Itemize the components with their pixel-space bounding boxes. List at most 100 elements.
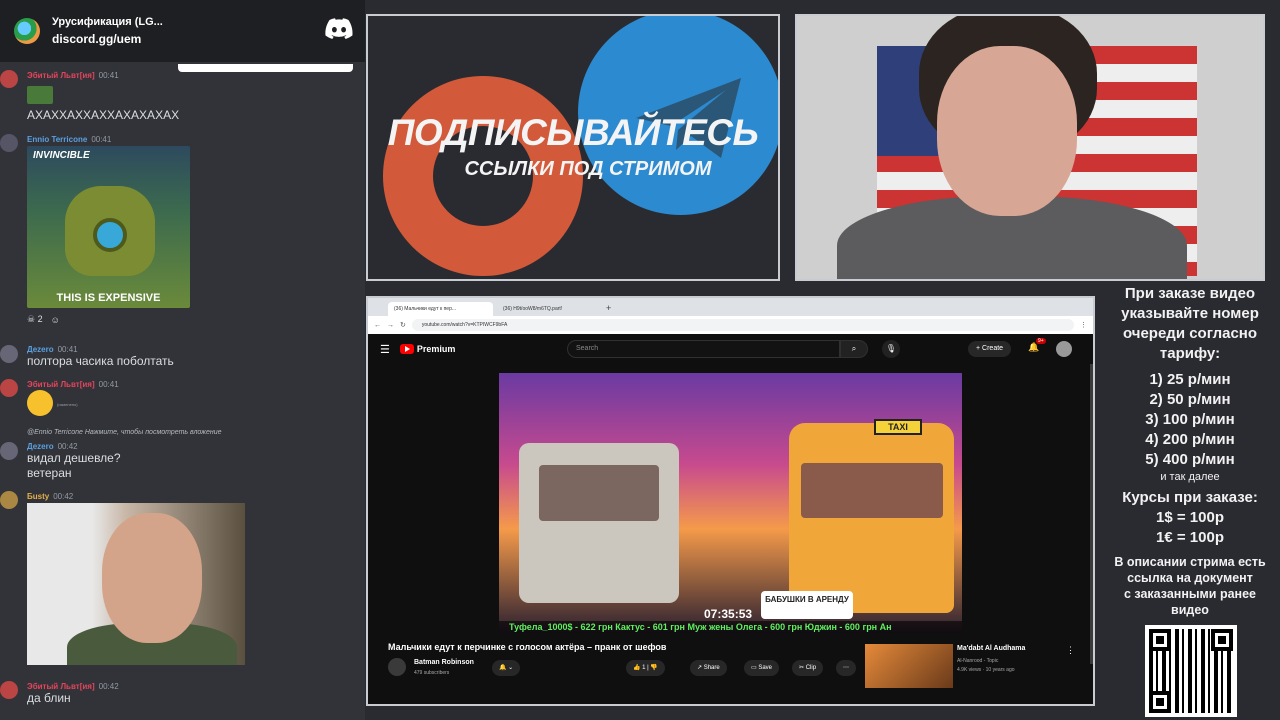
qr-code[interactable] <box>1145 625 1237 717</box>
menu-icon[interactable]: ☰ <box>380 343 390 356</box>
avatar[interactable] <box>0 70 18 88</box>
desc-line: В описании стрима есть <box>1114 555 1266 569</box>
avatar[interactable] <box>0 379 18 397</box>
related-video-title[interactable]: Ma'dabt Al Audhama <box>957 645 1025 652</box>
info-line: тарифу: <box>1159 345 1221 362</box>
related-video-channel: Al-Nanrood - Topic <box>957 658 999 664</box>
username[interactable]: Эбитый Львт[ия] <box>27 380 95 389</box>
server-icon <box>14 18 40 44</box>
meme-image-laughing[interactable] <box>27 503 245 665</box>
username[interactable]: Бusty <box>27 492 49 501</box>
reactions[interactable]: ☠ 2 ☺ <box>27 314 60 325</box>
grandma-label: БАБУШКИ В АРЕНДУ <box>761 591 853 619</box>
qr-finder <box>1211 629 1233 651</box>
save-label: Save <box>758 665 773 671</box>
avatar[interactable] <box>0 681 18 699</box>
video-title: Мальчики едут к перчинке с голосом актёр… <box>388 642 667 652</box>
url-input[interactable]: youtube.com/watch?v=KTPIWCF9bFA <box>411 319 1074 331</box>
message-text: видал дешевле? <box>27 451 121 465</box>
timestamp: 00:41 <box>98 380 119 389</box>
invite-link[interactable]: discord.gg/uem <box>52 32 163 46</box>
clip-button[interactable]: ✂ Clip <box>792 660 824 676</box>
search-input[interactable]: Search <box>567 340 840 358</box>
message-meta: Бusty 00:42 <box>27 492 73 501</box>
tariff-line: 1) 25 р/мин <box>1149 371 1231 388</box>
username[interactable]: Дezero <box>27 345 54 354</box>
username[interactable]: Эбитый Львт[ия] <box>27 71 95 80</box>
avatar[interactable] <box>0 442 18 460</box>
laughing-emoji-icon <box>27 390 53 416</box>
reply-reference[interactable]: @Ennio Terricone Нажмите, чтобы посмотре… <box>27 429 222 436</box>
save-button[interactable]: ▭ Save <box>744 660 780 676</box>
desc-line: с заказанными ранее <box>1123 587 1256 601</box>
desc-line: ссылка на документ <box>1127 571 1253 585</box>
related-video-thumbnail[interactable] <box>865 644 953 688</box>
channel-name[interactable]: Batman Robinson <box>414 659 474 666</box>
address-bar: ← → ↻ youtube.com/watch?v=KTPIWCF9bFA ⋮ <box>368 316 1093 334</box>
laughing-face <box>102 513 202 643</box>
info-line: При заказе видео <box>1124 285 1256 302</box>
channel-avatar[interactable] <box>388 658 406 676</box>
username[interactable]: Эбитый Львт[ия] <box>27 682 95 691</box>
image-caption: THIS IS EXPENSIVE <box>56 292 161 304</box>
youtube-brand: Premium <box>416 344 456 354</box>
video-player[interactable]: TAXI БАБУШКИ В АРЕНДУ 07:35:53 Туфела_10… <box>499 373 962 633</box>
timestamp: 00:41 <box>91 135 112 144</box>
search-icon[interactable]: ⌕ <box>840 340 868 358</box>
like-button[interactable]: 👍 1 | 👎 <box>626 660 665 676</box>
reaction-skull-icon[interactable]: ☠ 2 <box>27 314 43 325</box>
forward-icon[interactable]: → <box>387 322 394 329</box>
header-highlight <box>178 64 353 72</box>
server-name: Урусификация (LG... <box>52 16 163 28</box>
discord-icon <box>325 18 353 39</box>
timestamp: 00:42 <box>57 442 78 451</box>
subscribe-bell-button[interactable]: 🔔 ⌄ <box>492 660 521 676</box>
add-reaction-icon[interactable]: ☺ <box>51 315 60 325</box>
streamer-face <box>937 46 1077 216</box>
donation-ticker: Туфела_1000$ - 622 грн Кактус - 601 грн … <box>499 621 962 633</box>
clip-label: Clip <box>805 665 817 671</box>
avatar[interactable] <box>0 491 18 509</box>
message-text: ветеран <box>27 466 72 480</box>
tariff-line: 3) 100 р/мин <box>1145 411 1235 428</box>
reload-icon[interactable]: ↻ <box>400 321 406 329</box>
message-text: АХАХХАХХАХХАХАХАХАХ <box>27 108 180 122</box>
promo-title: ПОДПИСЫВАЙТЕСЬ <box>387 112 759 153</box>
username[interactable]: Дezero <box>27 442 54 451</box>
share-button[interactable]: ↗ Share <box>690 660 727 676</box>
server-header[interactable]: Урусификация (LG... discord.gg/uem <box>0 0 365 62</box>
youtube-logo[interactable]: Premium <box>399 344 456 354</box>
back-icon[interactable]: ← <box>374 322 381 329</box>
tab-active[interactable]: (36) Мальчики едут к пер... <box>388 302 493 316</box>
timestamp: 00:41 <box>57 345 78 354</box>
message-meta: Эбитый Львт[ия] 00:41 <box>27 380 119 389</box>
taxi-van-window <box>801 463 943 518</box>
discord-chat: Урусификация (LG... discord.gg/uem Эбиты… <box>0 0 365 720</box>
subscriber-count: 479 subscribers <box>414 670 450 676</box>
character-eye <box>93 218 127 252</box>
promo-subtitle: ССЫЛКИ ПОД СТРИМОМ <box>464 158 712 180</box>
related-video-views: 4.9K views · 10 years ago <box>957 667 1015 673</box>
meme-image-invincible[interactable]: INVINCIBLE THIS IS EXPENSIVE <box>27 146 190 308</box>
avatar[interactable] <box>0 345 18 363</box>
share-label: Share <box>703 665 720 671</box>
create-button[interactable]: + Create <box>968 341 1012 357</box>
extensions-icon[interactable]: ⋮ <box>1080 321 1087 329</box>
youtube-header: ☰ Premium Search ⌕ 🎙 + Create 🔔 9+ <box>368 334 1093 364</box>
mic-icon[interactable]: 🎙 <box>882 340 900 358</box>
related-more-icon[interactable]: ⋮ <box>1066 645 1075 656</box>
tab-inactive[interactable]: (36) H9t/ooW8/m6TQ.part! <box>497 302 602 316</box>
username[interactable]: Ennio Terricone <box>27 135 87 144</box>
new-tab-button[interactable]: + <box>606 303 611 316</box>
order-info: При заказе видео указывайте номер очеред… <box>1100 284 1280 618</box>
message-text: да блин <box>27 691 71 705</box>
info-line: указывайте номер <box>1121 305 1259 322</box>
message-text: полтора часика поболтать <box>27 354 174 368</box>
stream-layout: Урусификация (LG... discord.gg/uem Эбиты… <box>0 0 1280 720</box>
scrollbar[interactable] <box>1090 364 1093 664</box>
more-actions-button[interactable]: ⋯ <box>836 660 856 676</box>
edited-label: (изменено) <box>57 402 78 407</box>
account-avatar[interactable] <box>1056 341 1072 357</box>
avatar[interactable] <box>0 134 18 152</box>
sticker-image <box>27 86 53 104</box>
